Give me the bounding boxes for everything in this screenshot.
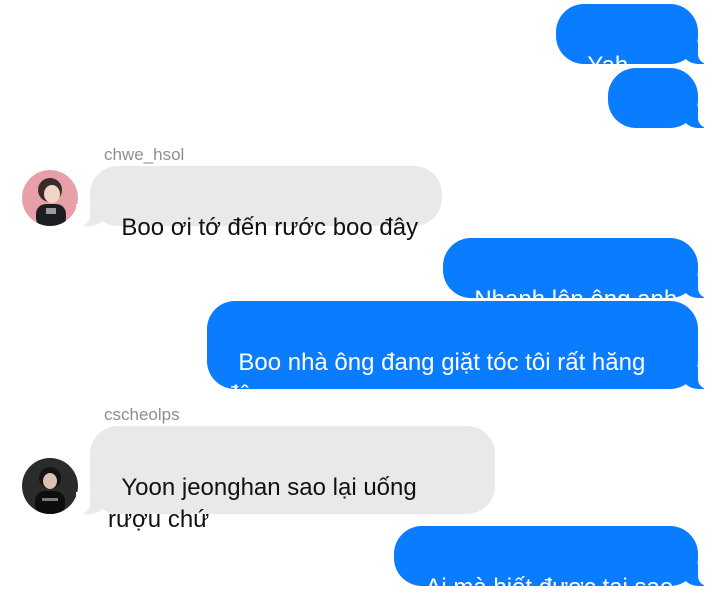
message-bubble-outgoing[interactable]: Nhanh lên ông anh	[443, 238, 712, 313]
sender-name: cscheolps	[104, 405, 180, 424]
message-bubble-incoming[interactable]: Yoon jeonghan sao lại uống rượu chứ	[76, 426, 495, 533]
message-bubble-outgoing[interactable]: Sure	[608, 68, 712, 175]
avatar-image	[22, 458, 78, 514]
avatar[interactable]	[22, 458, 78, 514]
message-text: Boo ơi tớ đến rước boo đây	[121, 214, 419, 241]
message-text: Boo nhà ông đang giặt tóc tôi rất hăng đ…	[225, 349, 646, 408]
message-bubble-outgoing[interactable]: Boo nhà ông đang giặt tóc tôi rất hăng đ…	[207, 301, 712, 408]
sender-name: chwe_hsol	[104, 145, 185, 164]
message-bubble-incoming[interactable]: Boo ơi tớ đến rước boo đây	[76, 166, 442, 241]
message-bubble-outgoing[interactable]: Yah surw	[556, 4, 712, 111]
message-text: Sure	[626, 148, 677, 175]
message-bubble-outgoing[interactable]: Ai mà biết được tại sao	[394, 526, 712, 601]
avatar-image	[22, 170, 78, 226]
message-text: Yoon jeonghan sao lại uống rượu chứ	[108, 474, 417, 533]
avatar[interactable]	[22, 170, 78, 226]
